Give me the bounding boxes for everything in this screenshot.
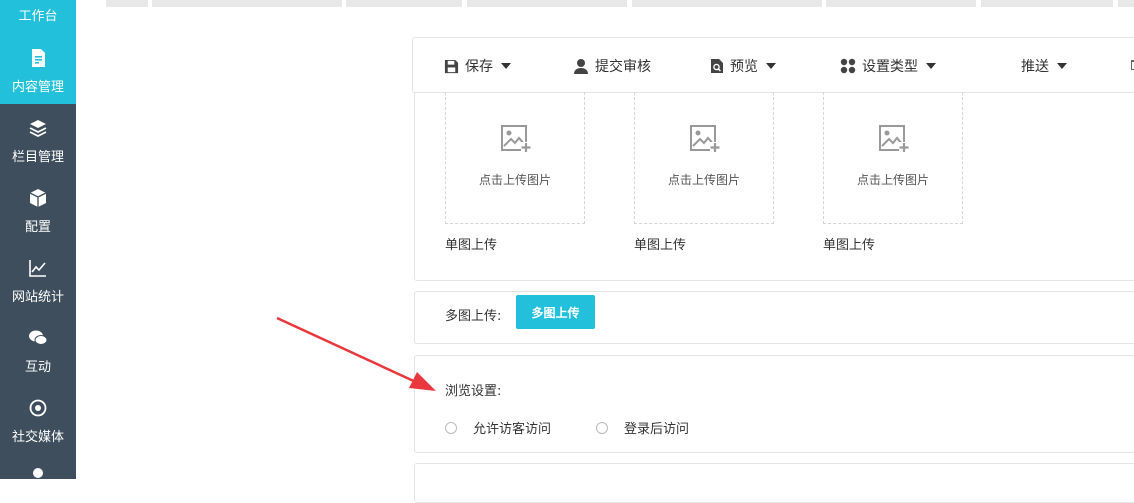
annotation-arrow [276,316,436,391]
